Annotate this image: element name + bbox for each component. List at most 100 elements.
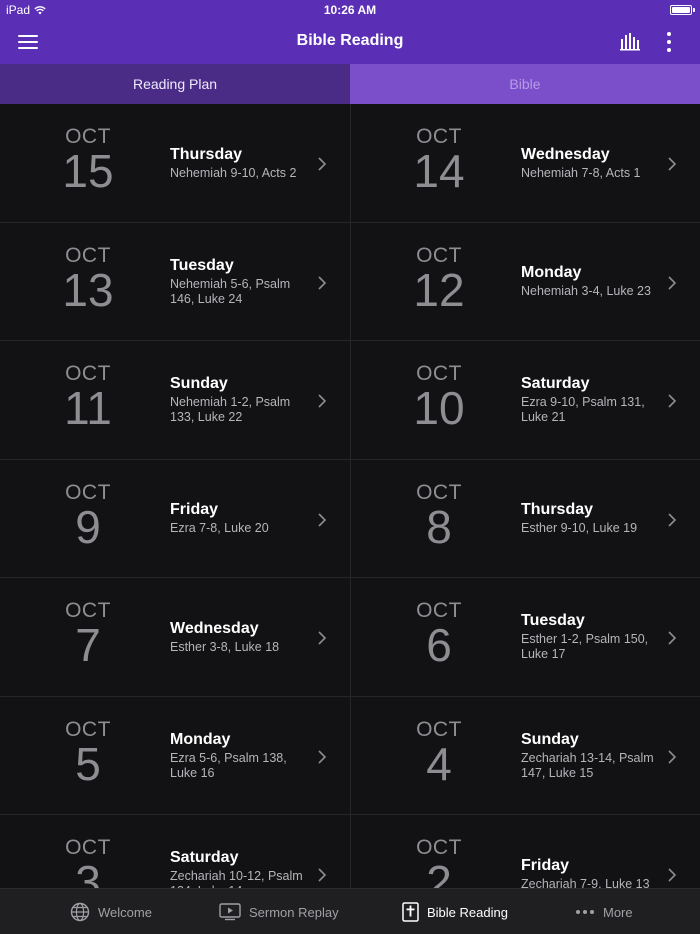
bar-chart-icon[interactable] (616, 28, 646, 56)
reading-day: 5 (75, 737, 101, 790)
reading-weekday: Thursday (521, 501, 594, 518)
reading-list-item[interactable]: OCT 13 Tuesday Nehemiah 5-6, Psalm 146, Luk… (0, 223, 350, 341)
reading-list-item[interactable]: OCT 8 Thursday Esther 9-10, Luke 19 (350, 459, 700, 578)
segmented-control: Reading Plan Bible (0, 64, 700, 104)
tab-sermon-replay[interactable]: Sermon Replay (219, 889, 339, 934)
chevron-right-icon (318, 157, 327, 171)
reading-day: 10 (413, 382, 465, 434)
tab-more-label: More (603, 904, 633, 920)
tab-reading-plan[interactable]: Reading Plan (0, 64, 350, 104)
reading-list: OCT 15 Thursday Nehemiah 9-10, Acts 2 OCT 14 W… (0, 104, 700, 888)
reading-info: Wednesday Esther 3-8, Luke 18 (170, 578, 310, 696)
chevron-right-icon (668, 749, 677, 764)
reading-weekday: Wednesday (521, 145, 610, 163)
status-time: 10:26 AM (323, 3, 377, 17)
reading-passage: Ezra 5-6, Psalm 138, Luke 16 (170, 750, 287, 780)
reading-list-item[interactable]: OCT 2 Friday Zechariah 7-9, Luke 13 (350, 815, 700, 888)
chevron-right-icon (668, 275, 677, 290)
reading-info: Sunday Zechariah 13-14, Psalm 147, Luke 1… (521, 697, 661, 815)
reading-info: Monday Ezra 5-6, Psalm 138, Luke 16 (170, 697, 310, 815)
chevron-right-icon (318, 631, 327, 645)
chevron-right-icon (668, 512, 677, 527)
reading-passage: Nehemiah 5-6, Psalm 146, Luke 24 (170, 276, 291, 306)
reading-day: 7 (75, 619, 101, 671)
reading-weekday: Tuesday (521, 612, 585, 629)
reading-passage: Zechariah 10-12, Psalm 134, Luke 14 (170, 869, 303, 888)
reading-weekday: Friday (170, 501, 219, 518)
chevron-right-icon (318, 275, 327, 290)
reading-passage: Esther 1-2, Psalm 150, Luke 17 (521, 632, 649, 661)
reading-info: Saturday Zechariah 10-12, Psalm 134, Luke… (170, 815, 310, 888)
page-title: Bible Reading (296, 32, 404, 49)
tab-bible-reading-label: Bible Reading (427, 904, 508, 920)
globe-icon (70, 902, 90, 922)
chevron-right-icon (668, 631, 677, 645)
reading-date: OCT 2 (403, 837, 475, 889)
reading-list-item[interactable]: OCT 10 Saturday Ezra 9-10, Psalm 131, Luke … (350, 341, 700, 460)
reading-list-item[interactable]: OCT 15 Thursday Nehemiah 9-10, Acts 2 (0, 104, 350, 223)
bottom-tab-bar: Welcome Sermon Replay Bible Reading More (0, 888, 700, 934)
chevron-right-icon (318, 749, 327, 764)
reading-date: OCT 8 (403, 481, 475, 550)
reading-day: 12 (413, 263, 465, 316)
reading-passage: Esther 3-8, Luke 18 (170, 639, 280, 654)
video-play-icon (219, 903, 241, 921)
tab-bible[interactable]: Bible (350, 64, 700, 104)
reading-list-item[interactable]: OCT 12 Monday Nehemiah 3-4, Luke 23 (350, 222, 700, 341)
reading-weekday: Monday (521, 264, 582, 281)
reading-passage: Nehemiah 9-10, Acts 2 (170, 165, 297, 180)
reading-date: OCT 7 (52, 600, 124, 671)
battery-icon (670, 5, 695, 15)
reading-date: OCT 15 (52, 126, 124, 197)
reading-date: OCT 14 (403, 126, 475, 197)
reading-passage: Esther 9-10, Luke 19 (521, 521, 638, 535)
reading-info: Tuesday Nehemiah 5-6, Psalm 146, Luke 24 (170, 223, 310, 341)
reading-info: Friday Ezra 7-8, Luke 20 (170, 460, 310, 578)
reading-weekday: Sunday (170, 375, 228, 392)
reading-passage: Zechariah 7-9, Luke 13 (521, 876, 650, 889)
chevron-right-icon (318, 394, 327, 408)
chevron-right-icon (668, 394, 677, 408)
reading-list-item[interactable]: OCT 5 Monday Ezra 5-6, Psalm 138, Luke 16 (0, 697, 350, 815)
tab-more[interactable]: More (575, 889, 633, 934)
tab-welcome-label: Welcome (98, 904, 152, 920)
tab-welcome[interactable]: Welcome (70, 889, 152, 934)
reading-date: OCT 13 (52, 244, 124, 313)
reading-passage: Ezra 9-10, Psalm 131, Luke 21 (521, 395, 645, 424)
bible-cross-icon (402, 902, 419, 922)
reading-day: 11 (64, 382, 112, 434)
reading-passage: Nehemiah 3-4, Luke 23 (521, 284, 651, 298)
reading-list-item[interactable]: OCT3 Saturday Zechariah 10-12, Psalm 134, … (0, 815, 350, 888)
reading-weekday: Saturday (170, 849, 239, 866)
reading-list-item[interactable]: OCT 14 Wednesday Nehemiah 7-8, Acts 1 (350, 104, 700, 223)
reading-day: 2 (426, 856, 452, 888)
reading-passage: Ezra 7-8, Luke 20 (170, 521, 269, 535)
reading-day: 9 (75, 500, 101, 553)
reading-info: Thursday Nehemiah 9-10, Acts 2 (170, 104, 310, 222)
reading-list-item[interactable]: OCT 9 Friday Ezra 7-8, Luke 20 (0, 460, 350, 578)
reading-list-item[interactable]: OCT 6 Tuesday Esther 1-2, Psalm 150, Luke 1… (350, 578, 700, 697)
reading-date: OCT 4 (403, 718, 475, 790)
reading-day: 15 (62, 145, 114, 197)
reading-weekday: Tuesday (170, 256, 234, 274)
reading-weekday: Sunday (521, 730, 579, 748)
reading-date: OCT 12 (403, 244, 475, 316)
reading-date: OCT 6 (403, 600, 475, 669)
reading-date: OCT 3 (52, 837, 124, 889)
vertical-ellipsis-icon[interactable] (654, 28, 684, 56)
reading-day: 4 (426, 737, 452, 790)
chevron-right-icon (318, 512, 327, 527)
reading-list-item[interactable]: OCT 7 Wednesday Esther 3-8, Luke 18 (0, 578, 350, 697)
reading-weekday: Monday (170, 730, 231, 748)
tab-bible-reading[interactable]: Bible Reading (402, 889, 508, 934)
reading-list-item[interactable]: OCT 11 Sunday Nehemiah 1-2, Psalm 133, Luke… (0, 341, 350, 460)
reading-info: Saturday Ezra 9-10, Psalm 131, Luke 21 (521, 341, 661, 459)
horizontal-ellipsis-icon (576, 910, 594, 914)
reading-list-item[interactable]: OCT 4 Sunday Zechariah 13-14, Psalm 147, Lu… (350, 696, 700, 815)
reading-passage: Nehemiah 1-2, Psalm 133, Luke 22 (170, 395, 291, 424)
chevron-right-icon (668, 157, 677, 171)
tab-sermon-replay-label: Sermon Replay (249, 904, 339, 920)
reading-date: OCT 11 (52, 363, 124, 434)
reading-day: 14 (413, 145, 465, 197)
reading-day: 3 (75, 856, 101, 888)
